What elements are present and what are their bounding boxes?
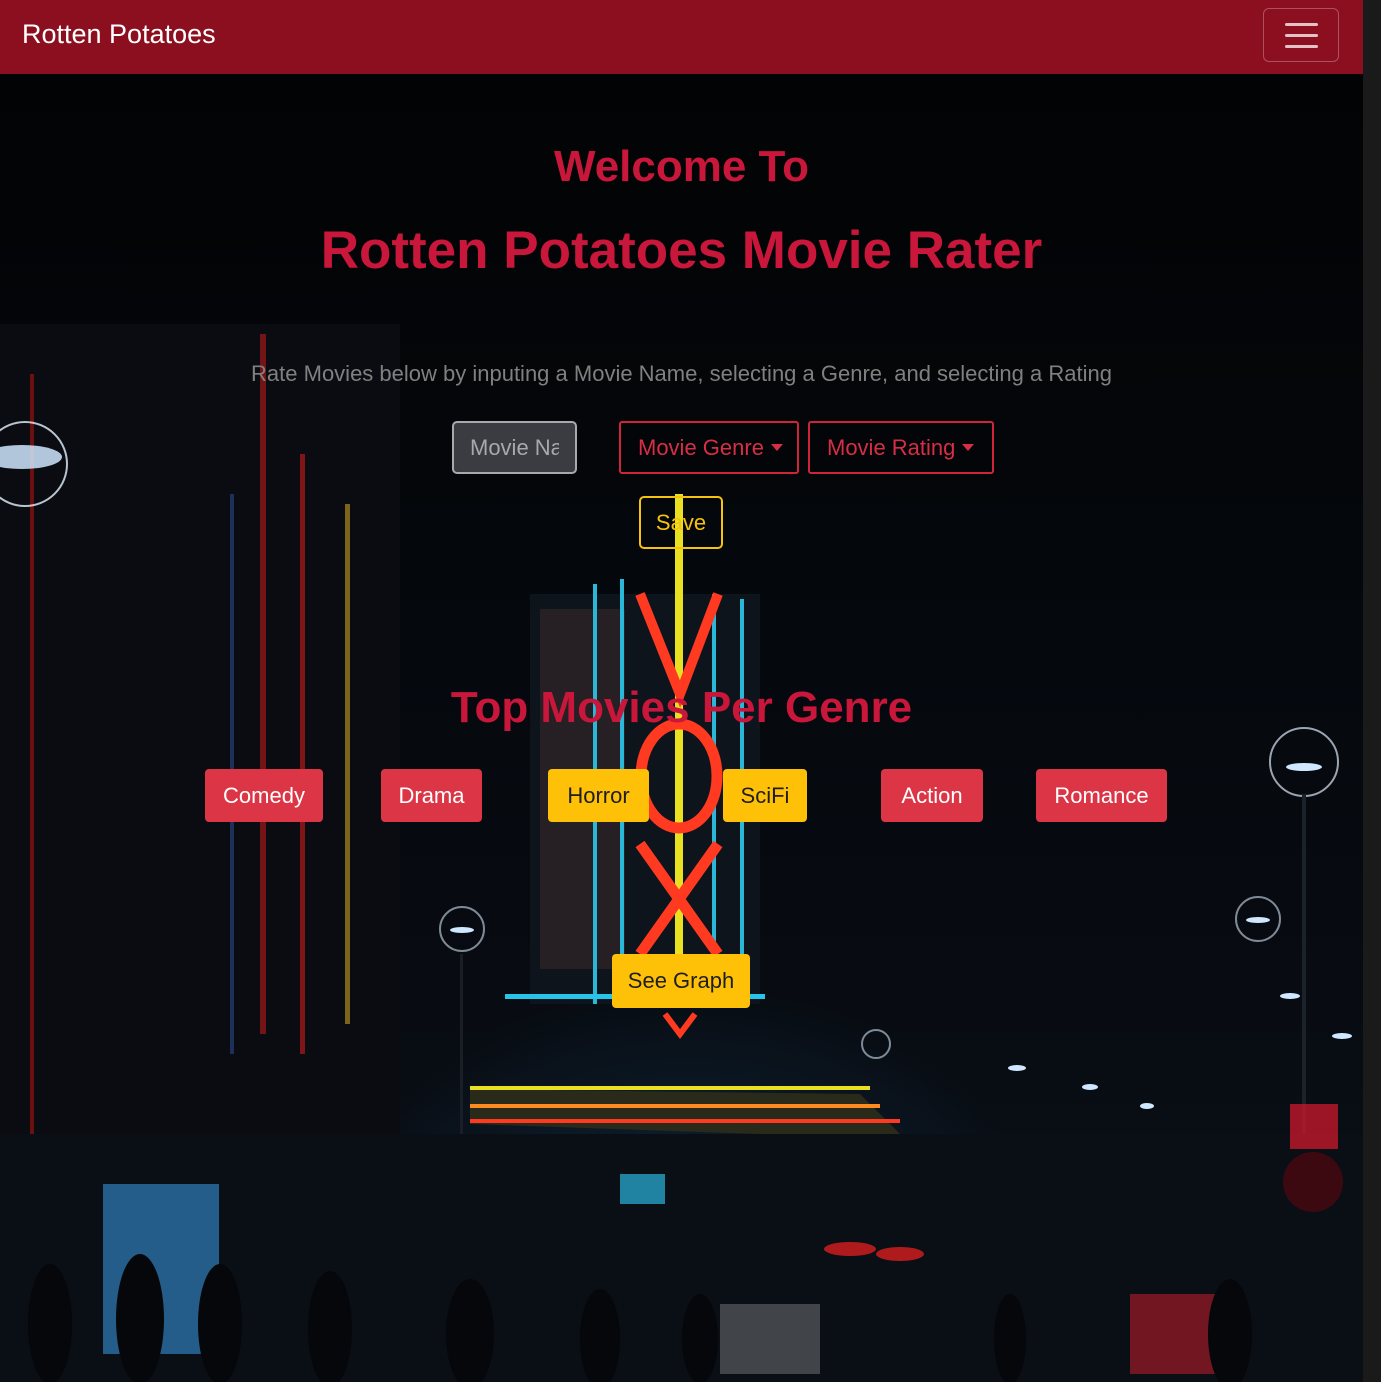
movie-genre-dropdown[interactable]: Movie Genre [619,421,799,474]
rating-instructions: Rate Movies below by inputing a Movie Na… [251,361,1112,386]
genre-button-horror[interactable]: Horror [548,769,649,822]
genre-button-comedy[interactable]: Comedy [205,769,323,822]
save-button[interactable]: Save [639,496,723,549]
genre-button-action[interactable]: Action [881,769,983,822]
movie-name-input[interactable] [452,421,577,474]
genre-button-drama[interactable]: Drama [381,769,482,822]
caret-down-icon [770,444,783,451]
movie-genre-label: Movie Genre [638,434,764,460]
welcome-heading: Welcome To [553,142,810,191]
top-movies-heading: Top Movies Per Genre [450,683,913,732]
navbar-toggle-button[interactable] [1263,8,1339,62]
navbar: Rotten Potatoes [0,0,1363,74]
see-graph-button[interactable]: See Graph [612,954,750,1008]
movie-rating-label: Movie Rating [827,434,956,460]
genre-button-romance[interactable]: Romance [1036,769,1167,822]
caret-down-icon [962,444,975,451]
page-title: Rotten Potatoes Movie Rater [320,221,1043,280]
navbar-brand[interactable]: Rotten Potatoes [22,19,216,50]
movie-rating-dropdown[interactable]: Movie Rating [808,421,994,474]
page-scrollbar[interactable] [1363,0,1381,1382]
genre-button-scifi[interactable]: SciFi [723,769,807,822]
